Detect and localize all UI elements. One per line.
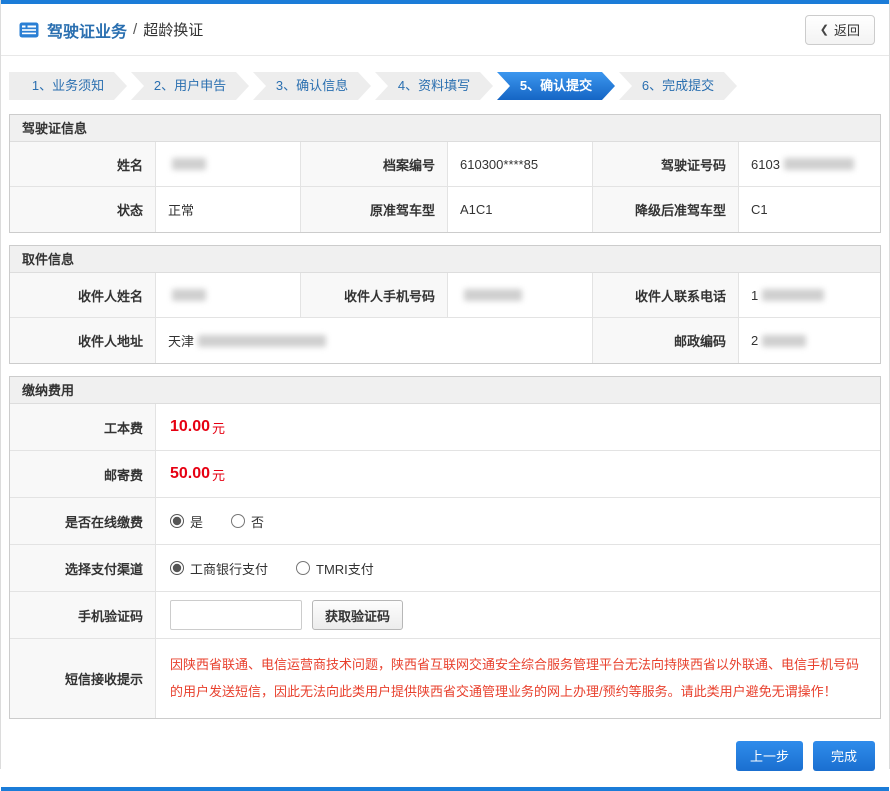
icbc-pay-label: 工商银行支付 [190, 561, 269, 577]
get-code-button[interactable]: 获取验证码 [312, 600, 404, 630]
bottom-accent-bar [1, 786, 889, 791]
payment-channel-row: 选择支付渠道 工商银行支付 TMRI支付 [10, 545, 880, 592]
redacted-value [762, 289, 825, 301]
original-class-value: A1C1 [448, 187, 593, 232]
redacted-value [172, 289, 206, 301]
pickup-info-section: 取件信息 收件人姓名 收件人手机号码 收件人联系电话 1 收件人地址 天津 邮政… [9, 245, 881, 364]
pickup-section-title: 取件信息 [10, 246, 880, 273]
step-tab-5-active[interactable]: 5、确认提交 [497, 72, 615, 100]
postage-fee-value: 50.00 元 [170, 465, 226, 483]
payment-channel-options: 工商银行支付 TMRI支付 [156, 545, 880, 591]
icbc-pay-option[interactable]: 工商银行支付 [170, 559, 268, 578]
redacted-value [198, 334, 327, 347]
name-value [156, 142, 301, 187]
file-number-label: 档案编号 [301, 142, 448, 187]
tmri-pay-option[interactable]: TMRI支付 [296, 559, 374, 578]
recipient-mobile-label: 收件人手机号码 [301, 273, 448, 318]
redacted-value [762, 334, 807, 347]
footer-actions: 上一步 完成 [1, 731, 889, 787]
step-tab-2[interactable]: 2、用户申告 [131, 72, 249, 100]
production-fee-value: 10.00 元 [170, 418, 226, 436]
recipient-mobile-value [448, 273, 593, 318]
page-title: 驾驶证业务 [47, 23, 128, 41]
license-section-title: 驾驶证信息 [10, 115, 880, 142]
tmri-pay-label: TMRI支付 [316, 561, 374, 577]
online-payment-row: 是否在线缴费 是 否 [10, 498, 880, 545]
production-fee-label: 工本费 [10, 404, 156, 450]
payment-channel-label: 选择支付渠道 [10, 545, 156, 591]
verification-code-controls: 获取验证码 [156, 592, 880, 638]
license-number-label: 驾驶证号码 [593, 142, 739, 187]
back-button[interactable]: ❮ 返回 [804, 14, 875, 45]
step-tab-3[interactable]: 3、确认信息 [253, 72, 371, 100]
page-subtitle: 超龄换证 [143, 22, 204, 39]
tmri-pay-radio[interactable] [296, 561, 311, 575]
icbc-pay-radio[interactable] [170, 561, 184, 575]
recipient-address-label: 收件人地址 [10, 318, 156, 363]
zip-code-value: 2 [739, 318, 880, 363]
recipient-tel-value: 1 [739, 273, 880, 318]
verification-code-label: 手机验证码 [10, 592, 156, 638]
chevron-left-icon: ❮ [819, 24, 829, 36]
verification-code-row: 手机验证码 获取验证码 [10, 592, 880, 639]
postage-fee-row: 邮寄费 50.00 元 [10, 451, 880, 498]
license-number-value: 6103 [739, 142, 880, 187]
license-table: 姓名 档案编号 610300****85 驾驶证号码 6103 状态 正常 原准… [10, 142, 880, 232]
step-tab-1[interactable]: 1、业务须知 [9, 72, 127, 100]
redacted-value [464, 289, 522, 301]
online-no-radio[interactable] [231, 514, 246, 528]
recipient-name-label: 收件人姓名 [10, 273, 156, 318]
header: 驾驶证业务 / 超龄换证 ❮ 返回 [1, 4, 889, 56]
license-info-section: 驾驶证信息 姓名 档案编号 610300****85 驾驶证号码 6103 状态… [9, 114, 881, 233]
status-label: 状态 [10, 187, 156, 232]
step-tab-6[interactable]: 6、完成提交 [619, 72, 737, 100]
redacted-value [172, 158, 206, 170]
prev-step-button[interactable]: 上一步 [735, 740, 803, 771]
fees-section-title: 缴纳费用 [10, 377, 880, 404]
finish-button[interactable]: 完成 [813, 740, 875, 771]
back-label: 返回 [833, 23, 860, 38]
fees-section: 缴纳费用 工本费 10.00 元 邮寄费 50.00 元 是否在线缴费 是 否 … [9, 376, 881, 719]
pickup-table: 收件人姓名 收件人手机号码 收件人联系电话 1 收件人地址 天津 邮政编码 2 [10, 273, 880, 363]
online-yes-radio[interactable] [170, 514, 184, 528]
online-no-label: 否 [251, 514, 265, 530]
online-payment-label: 是否在线缴费 [10, 498, 156, 544]
online-no-option[interactable]: 否 [231, 512, 264, 531]
online-payment-options: 是 否 [156, 498, 880, 544]
sms-notice-body: 因陕西省联通、电信运营商技术问题，陕西省互联网交通安全综合服务管理平台无法向持陕… [156, 639, 880, 718]
file-number-value: 610300****85 [448, 142, 593, 187]
online-yes-label: 是 [190, 514, 204, 530]
recipient-address-value: 天津 [156, 318, 593, 363]
recipient-name-value [156, 273, 301, 318]
recipient-tel-label: 收件人联系电话 [593, 273, 739, 318]
license-business-icon [19, 22, 39, 38]
downgraded-class-label: 降级后准驾车型 [593, 187, 739, 232]
step-nav: 1、业务须知 2、用户申告 3、确认信息 4、资料填写 5、确认提交 6、完成提… [1, 56, 889, 114]
postage-fee-label: 邮寄费 [10, 451, 156, 497]
redacted-value [783, 158, 854, 170]
production-fee-row: 工本费 10.00 元 [10, 404, 880, 451]
page: 驾驶证业务 / 超龄换证 ❮ 返回 1、业务须知 2、用户申告 3、确认信息 4… [0, 0, 890, 791]
original-class-label: 原准驾车型 [301, 187, 448, 232]
name-label: 姓名 [10, 142, 156, 187]
online-yes-option[interactable]: 是 [170, 512, 203, 531]
step-tab-4[interactable]: 4、资料填写 [375, 72, 493, 100]
downgraded-class-value: C1 [739, 187, 880, 232]
status-value: 正常 [156, 187, 301, 232]
zip-code-label: 邮政编码 [593, 318, 739, 363]
sms-notice-row: 短信接收提示 因陕西省联通、电信运营商技术问题，陕西省互联网交通安全综合服务管理… [10, 639, 880, 718]
sms-notice-text: 因陕西省联通、电信运营商技术问题，陕西省互联网交通安全综合服务管理平台无法向持陕… [170, 657, 860, 700]
sms-notice-label: 短信接收提示 [10, 639, 156, 718]
breadcrumb-separator: / [133, 21, 138, 38]
verification-code-input[interactable] [170, 600, 302, 630]
